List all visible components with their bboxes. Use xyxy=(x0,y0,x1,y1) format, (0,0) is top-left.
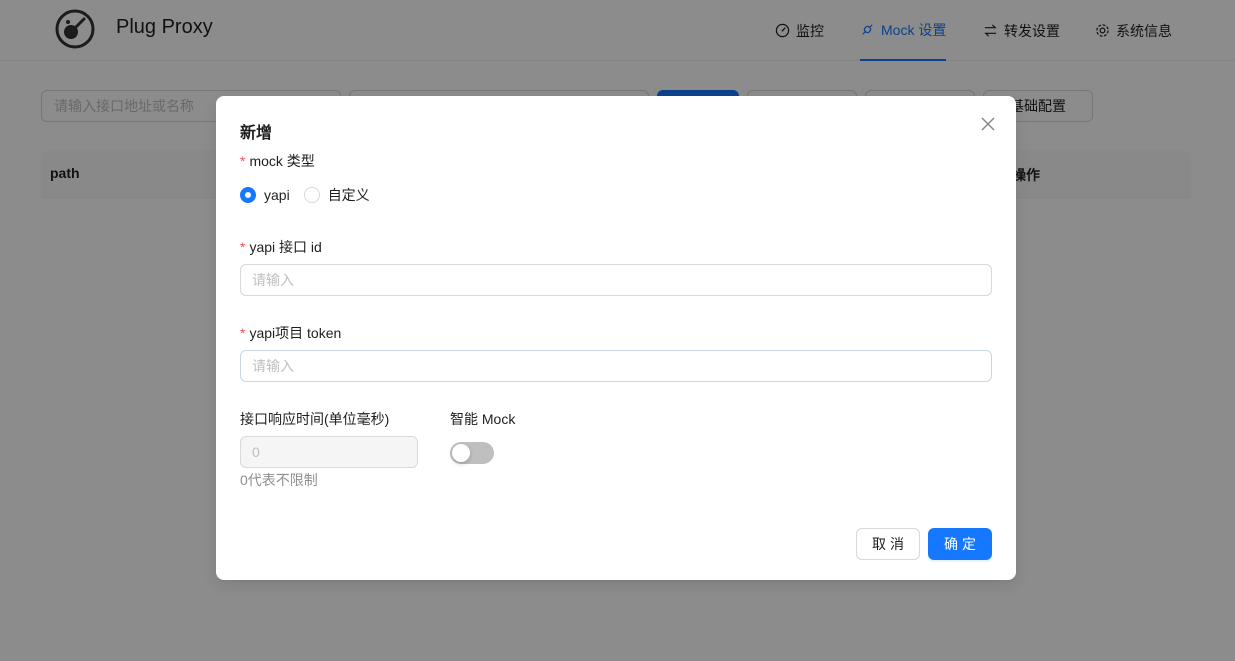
smart-mock-label: 智能 Mock xyxy=(450,411,516,427)
radio-custom[interactable]: 自定义 xyxy=(303,185,370,205)
response-time-label: 接口响应时间(单位毫秒) xyxy=(240,411,390,427)
required-mark: * xyxy=(240,153,246,169)
add-mock-modal: 新增 *mock 类型 yapi 自定义 *yapi 接口 id *yapi项目… xyxy=(216,96,1016,580)
radio-checked-icon xyxy=(240,187,256,203)
required-mark: * xyxy=(240,325,246,341)
close-icon[interactable] xyxy=(978,114,998,134)
response-time-hint: 0代表不限制 xyxy=(240,472,318,488)
mock-type-label: * mock 类型 xyxy=(240,153,315,169)
response-time-input[interactable]: 0 xyxy=(240,436,418,468)
yapi-id-label: * yapi 接口 id xyxy=(240,239,322,255)
modal-title: 新增 xyxy=(240,125,273,142)
smart-mock-switch[interactable] xyxy=(450,442,494,464)
switch-knob xyxy=(452,444,470,462)
yapi-id-input[interactable] xyxy=(240,264,992,296)
radio-yapi[interactable]: yapi xyxy=(240,187,290,203)
required-mark: * xyxy=(240,239,246,255)
radio-unchecked-icon xyxy=(303,187,320,203)
ok-button[interactable]: 确定 xyxy=(928,528,992,560)
cancel-button[interactable]: 取消 xyxy=(856,528,920,560)
yapi-token-label: * yapi项目 token xyxy=(240,325,342,341)
yapi-token-input[interactable] xyxy=(240,350,992,382)
mock-type-radio-group: yapi 自定义 xyxy=(240,185,384,205)
